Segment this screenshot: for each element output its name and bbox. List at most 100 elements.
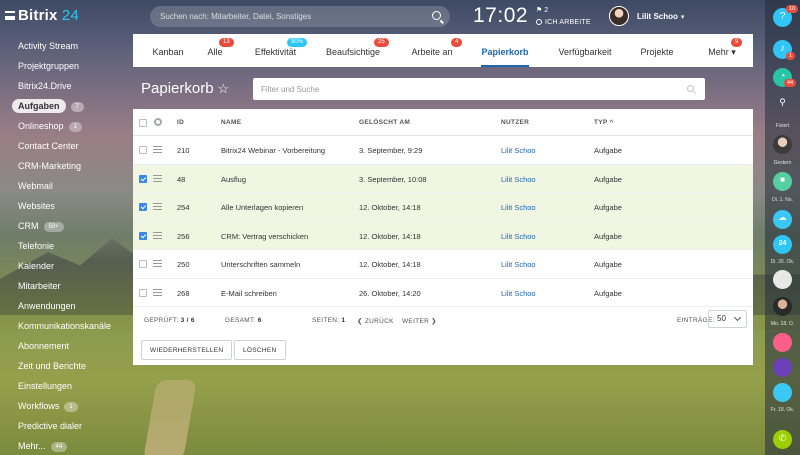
tab-papierkorb[interactable]: Papierkorb <box>481 34 529 67</box>
recent-chat-document[interactable] <box>773 270 792 289</box>
rail-section-label: Fixiert <box>775 123 790 129</box>
menu-item-zeit-und-berichte[interactable]: Zeit und Berichte <box>0 356 130 376</box>
tab-alle[interactable]: Alle 13 <box>203 34 234 67</box>
cell-user-link[interactable]: Lilit Schoo <box>501 232 536 241</box>
row-menu-icon[interactable] <box>153 203 162 210</box>
search-icon[interactable] <box>687 85 694 92</box>
menu-item-mitarbeiter[interactable]: Mitarbeiter <box>0 276 130 296</box>
help-badge: 10 <box>786 5 799 13</box>
menu-item-predictive-dialer[interactable]: Predictive dialer <box>0 416 130 436</box>
menu-item-workflows[interactable]: Workflows 1 <box>0 396 130 416</box>
recent-chat-bitrix24[interactable]: 24 <box>773 235 792 254</box>
prev-page-link[interactable]: ❮ ZURÜCK <box>357 317 394 325</box>
row-checkbox[interactable] <box>139 288 147 297</box>
menu-item-einstellungen[interactable]: Einstellungen <box>0 376 130 396</box>
recent-chat-avatar[interactable] <box>773 135 792 154</box>
table-row[interactable]: 48 Ausflug 3. September, 10:08 Lilit Sch… <box>133 164 753 193</box>
total-count: GESAMT: 6 <box>225 317 262 324</box>
row-checkbox[interactable] <box>139 203 147 211</box>
column-header-type[interactable]: TYP ^ <box>594 119 614 126</box>
menu-item-label: Telefonie <box>18 241 55 251</box>
recent-chat-cloud[interactable]: ☁ <box>773 210 792 229</box>
cell-name: Alle Unterlagen kopieren <box>221 203 304 212</box>
tab-kanban[interactable]: Kanban <box>133 34 203 67</box>
row-menu-icon[interactable] <box>153 146 162 153</box>
table-row[interactable]: 254 Alle Unterlagen kopieren 12. Oktober… <box>133 193 753 222</box>
cell-name: Bitrix24 Webinar - Vorbereitung <box>221 146 326 155</box>
tab-beaufsichtige[interactable]: Beaufsichtige 25 <box>321 34 389 67</box>
gear-icon[interactable] <box>154 118 162 126</box>
menu-item-contact-center[interactable]: Contact Center <box>0 136 130 156</box>
recent-chat-purple[interactable] <box>773 358 792 377</box>
menu-item-anwendungen[interactable]: Anwendungen <box>0 296 130 316</box>
menu-item-projektgruppen[interactable]: Projektgruppen <box>0 56 130 76</box>
menu-item-onlineshop[interactable]: Onlineshop 1 <box>0 116 130 136</box>
recent-chat-group[interactable]: ■ <box>773 172 792 191</box>
tab-arbeite-an[interactable]: Arbeite an 4 <box>403 34 463 67</box>
tab-projekte[interactable]: Projekte <box>637 34 677 67</box>
menu-item-crm[interactable]: CRM 50+ <box>0 216 130 236</box>
cell-user-link[interactable]: Lilit Schoo <box>501 146 536 155</box>
column-header-name[interactable]: NAME <box>221 119 241 126</box>
cell-user-link[interactable]: Lilit Schoo <box>501 289 536 298</box>
menu-item-websites[interactable]: Websites <box>0 196 130 216</box>
recent-chat-blue[interactable] <box>773 383 792 402</box>
menu-item-mehr[interactable]: Mehr... 44 <box>0 436 130 455</box>
column-header-id[interactable]: ID <box>177 119 184 126</box>
star-icon[interactable]: ☆ <box>218 81 230 96</box>
table-row[interactable]: 210 Bitrix24 Webinar - Vorbereitung 3. S… <box>133 136 753 165</box>
top-bar: Bitrix 24 17:02 ⚑ 2 ICH ARBEITE Lilit Sc… <box>0 0 765 34</box>
row-checkbox[interactable] <box>139 260 147 268</box>
row-menu-icon[interactable] <box>153 231 162 239</box>
tab-effektivitaet[interactable]: Effektivität 90% <box>243 34 308 67</box>
rail-search-button[interactable]: ⚲ <box>773 94 792 113</box>
filter-search-input[interactable] <box>253 78 673 100</box>
hamburger-menu-icon[interactable] <box>5 11 15 20</box>
delete-button[interactable]: LÖSCHEN <box>234 340 286 360</box>
search-icon[interactable] <box>432 11 441 20</box>
per-page-select[interactable]: 50 <box>708 310 747 328</box>
cell-user-link[interactable]: Lilit Schoo <box>501 175 536 184</box>
table-row[interactable]: 250 Unterschriften sammeln 12. Oktober, … <box>133 250 753 279</box>
user-menu[interactable]: Lilit Schoo ▾ <box>637 12 684 21</box>
row-checkbox[interactable] <box>139 146 147 154</box>
row-menu-icon[interactable] <box>153 174 162 182</box>
pages: SEITEN: 1 <box>312 317 345 324</box>
menu-item-webmail[interactable]: Webmail <box>0 176 130 196</box>
column-header-deleted[interactable]: GELÖSCHT AM <box>359 119 410 126</box>
logo[interactable]: Bitrix 24 <box>18 7 79 24</box>
menu-item-drive[interactable]: Bitrix24.Drive <box>0 76 130 96</box>
menu-item-label: Mehr... <box>18 441 46 451</box>
menu-item-crm-marketing[interactable]: CRM-Marketing <box>0 156 130 176</box>
row-menu-icon[interactable] <box>153 288 162 296</box>
row-checkbox[interactable] <box>139 174 147 183</box>
menu-item-activity-stream[interactable]: Activity Stream <box>0 36 130 56</box>
row-menu-icon[interactable] <box>153 260 162 267</box>
tab-mehr[interactable]: Mehr ▾ 9 <box>705 34 743 67</box>
menu-item-label: Websites <box>18 201 55 211</box>
cell-user-link[interactable]: Lilit Schoo <box>501 260 536 269</box>
row-checkbox[interactable] <box>139 231 147 240</box>
recent-chat-pink[interactable] <box>773 333 792 352</box>
restore-button[interactable]: WIEDERHERSTELLEN <box>141 340 233 360</box>
table-row[interactable]: 256 CRM: Vertrag verschicken 12. Oktober… <box>133 221 753 250</box>
column-header-user[interactable]: NUTZER <box>501 119 529 126</box>
recent-chat-avatar-2[interactable] <box>773 297 792 316</box>
select-all-checkbox[interactable] <box>139 119 147 127</box>
user-avatar[interactable] <box>609 6 629 26</box>
menu-item-kalender[interactable]: Kalender <box>0 256 130 276</box>
tab-verfuegbarkeit[interactable]: Verfügbarkeit <box>553 34 617 67</box>
menu-item-aufgaben[interactable]: Aufgaben 7 <box>0 96 130 116</box>
next-page-link[interactable]: WEITER ❯ <box>402 317 437 325</box>
page-title-text: Papierkorb <box>141 80 214 97</box>
clock[interactable]: 17:02 <box>473 4 528 28</box>
table-row[interactable]: 268 E-Mail schreiben 26. Oktober, 14:20 … <box>133 279 753 307</box>
phone-button[interactable]: ✆ <box>773 430 792 449</box>
flag-counter[interactable]: ⚑ 2 <box>536 6 548 14</box>
menu-item-kommunikationskanaele[interactable]: Kommunikationskanäle <box>0 316 130 336</box>
menu-item-abonnement[interactable]: Abonnement <box>0 336 130 356</box>
cell-user-link[interactable]: Lilit Schoo <box>501 203 536 212</box>
menu-item-telefonie[interactable]: Telefonie <box>0 236 130 256</box>
work-status[interactable]: ICH ARBEITE <box>536 19 591 26</box>
global-search-input[interactable] <box>150 6 420 27</box>
